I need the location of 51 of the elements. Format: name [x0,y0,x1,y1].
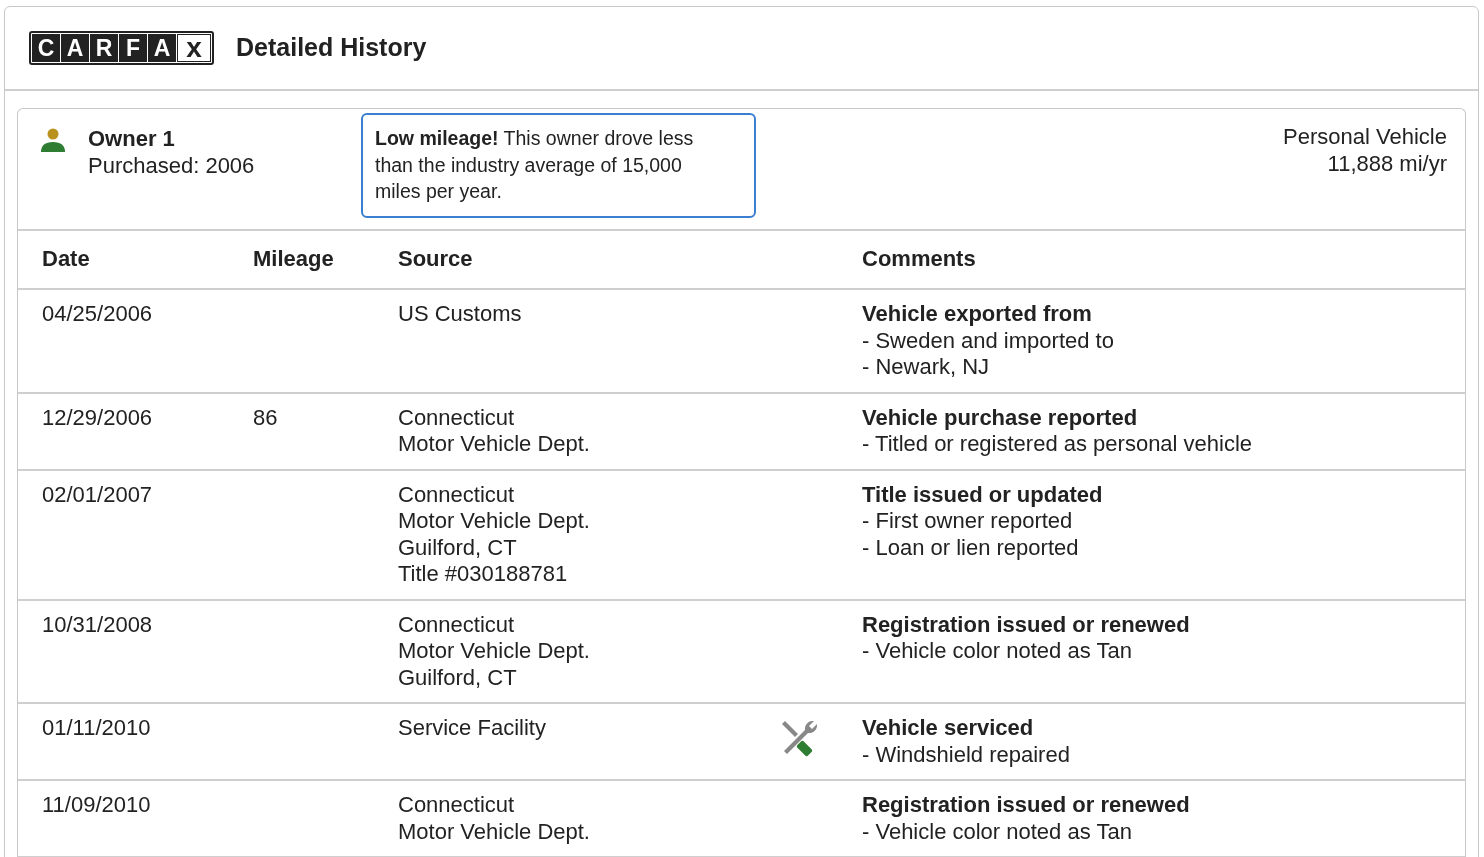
source-line: Motor Vehicle Dept. [398,508,591,535]
source-line: Connecticut [398,792,516,819]
page-title: Detailed History [236,32,427,64]
comment-title: Vehicle purchase reported [862,404,1139,431]
source-line: Motor Vehicle Dept. [398,818,591,845]
date-cell: 01/11/2010 [42,715,151,740]
source-line: Motor Vehicle Dept. [398,431,591,458]
purchase-year: Purchased: 2006 [88,152,255,179]
logo-letter: A [61,34,89,62]
logo-letter: R [90,34,118,62]
logo-letter: C [32,34,60,62]
comment-detail: - Windshield repaired [862,741,1071,768]
source-line: Service Facility [398,715,547,742]
logo-letter: F [119,34,147,62]
date-cell: 11/09/2010 [42,792,151,817]
source-line: Guilford, CT [398,664,518,691]
vehicle-usage: Personal Vehicle [1283,123,1447,150]
low-mileage-alert: Low mileage! This owner drove less than the industry average of 15,000 miles per year. [361,113,756,218]
comment-detail: - Vehicle color noted as Tan [862,818,1133,845]
comment-detail: - Newark, NJ [862,354,991,381]
comment-detail: - Vehicle color noted as Tan [862,638,1133,665]
comment-detail: - Sweden and imported to [862,327,1115,354]
source-line: Title #030188781 [398,561,569,588]
date-cell: 02/01/2007 [42,481,153,507]
comment-title: Registration issued or renewed [862,611,1191,638]
logo-letter: x [177,34,211,62]
comment-title: Vehicle serviced [862,715,1035,742]
column-header: Mileage [253,246,335,273]
source-line: Connecticut [398,611,516,638]
comment-title: Registration issued or renewed [862,792,1191,819]
comment-detail: - First owner reported [862,508,1074,535]
comment-title: Vehicle exported from [862,301,1093,328]
source-line: Motor Vehicle Dept. [398,638,591,665]
logo-letter: A [148,34,176,62]
owner-name: Owner 1 [88,125,176,152]
date-cell: 04/25/2006 [42,301,153,326]
source-line: US Customs [398,301,523,328]
date-cell: 10/31/2008 [42,611,153,637]
comment-title: Title issued or updated [862,481,1104,508]
column-header: Comments [862,246,977,273]
mileage-cell: 86 [253,404,278,430]
source-line: Connecticut [398,481,516,508]
comment-detail: - Loan or lien reported [862,534,1080,561]
source-line: Connecticut [398,404,516,431]
column-header: Source [398,246,474,273]
comment-detail: - Titled or registered as personal vehicle [862,431,1254,458]
miles-per-year: 11,888 mi/yr [1327,150,1447,177]
column-header: Date [42,246,91,273]
date-cell: 12/29/2006 [42,404,153,430]
person-icon [40,127,66,153]
source-line: Guilford, CT [398,534,518,561]
